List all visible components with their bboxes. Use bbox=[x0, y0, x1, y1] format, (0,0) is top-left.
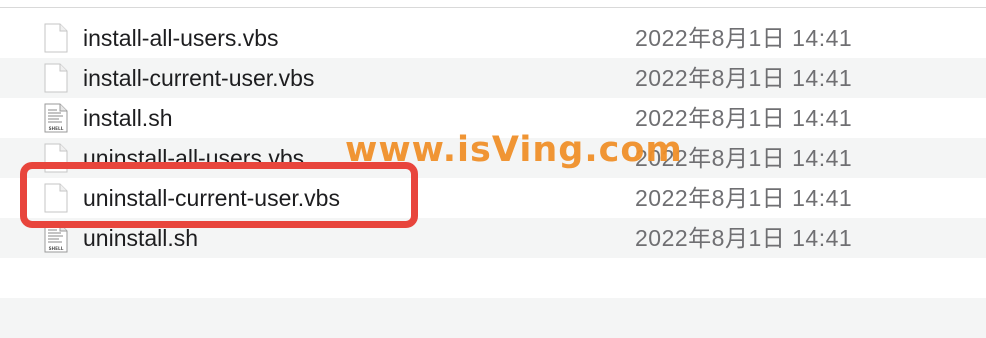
file-date: 2022年8月1日 14:41 bbox=[635, 65, 853, 91]
watermark: www.isVing.com bbox=[345, 130, 683, 170]
file-date: 2022年8月1日 14:41 bbox=[635, 185, 853, 211]
file-row[interactable]: install-current-user.vbs 2022年8月1日 14:41 bbox=[0, 58, 986, 98]
document-icon bbox=[44, 63, 68, 93]
highlight-box bbox=[20, 162, 418, 228]
file-name: install-current-user.vbs bbox=[83, 65, 315, 91]
shell-script-icon: SHELL bbox=[44, 103, 68, 133]
empty-row bbox=[0, 258, 986, 298]
file-name: install-all-users.vbs bbox=[83, 25, 279, 51]
document-icon bbox=[44, 23, 68, 53]
file-row[interactable]: install-all-users.vbs 2022年8月1日 14:41 bbox=[0, 18, 986, 58]
file-date: 2022年8月1日 14:41 bbox=[635, 25, 853, 51]
svg-text:SHELL: SHELL bbox=[49, 126, 64, 131]
file-name: install.sh bbox=[83, 105, 173, 131]
file-date: 2022年8月1日 14:41 bbox=[635, 225, 853, 251]
empty-row bbox=[0, 298, 986, 338]
svg-text:SHELL: SHELL bbox=[49, 246, 64, 251]
list-top-border bbox=[0, 0, 986, 8]
